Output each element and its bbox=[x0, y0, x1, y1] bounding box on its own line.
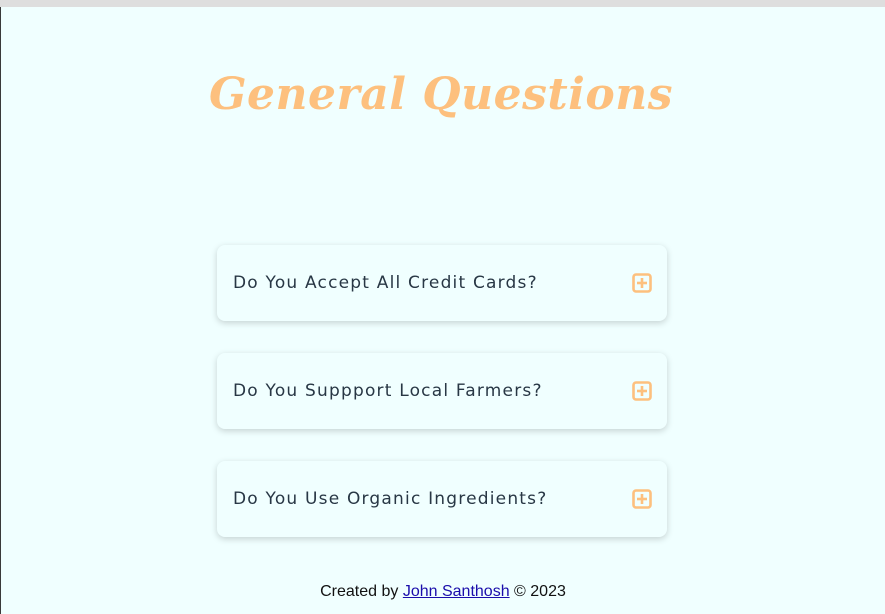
footer-suffix: © 2023 bbox=[509, 583, 566, 600]
faq-question: Do You Accept All Credit Cards? bbox=[233, 273, 538, 293]
faq-item-local-farmers[interactable]: Do You Suppport Local Farmers? bbox=[217, 353, 667, 429]
footer-prefix: Created by bbox=[320, 583, 403, 600]
footer: Created by John Santhosh © 2023 bbox=[1, 583, 885, 601]
page-title: General Questions bbox=[208, 69, 673, 120]
faq-item-organic-ingredients[interactable]: Do You Use Organic Ingredients? bbox=[217, 461, 667, 537]
plus-square-icon[interactable] bbox=[632, 381, 652, 401]
plus-square-icon[interactable] bbox=[632, 489, 652, 509]
faq-question: Do You Suppport Local Farmers? bbox=[233, 381, 543, 401]
faq-question: Do You Use Organic Ingredients? bbox=[233, 489, 548, 509]
faq-item-credit-cards[interactable]: Do You Accept All Credit Cards? bbox=[217, 245, 667, 321]
page: General Questions Do You Accept All Cred… bbox=[1, 7, 885, 614]
plus-square-icon[interactable] bbox=[632, 273, 652, 293]
author-link[interactable]: John Santhosh bbox=[403, 583, 510, 600]
browser-top-strip bbox=[0, 0, 885, 7]
